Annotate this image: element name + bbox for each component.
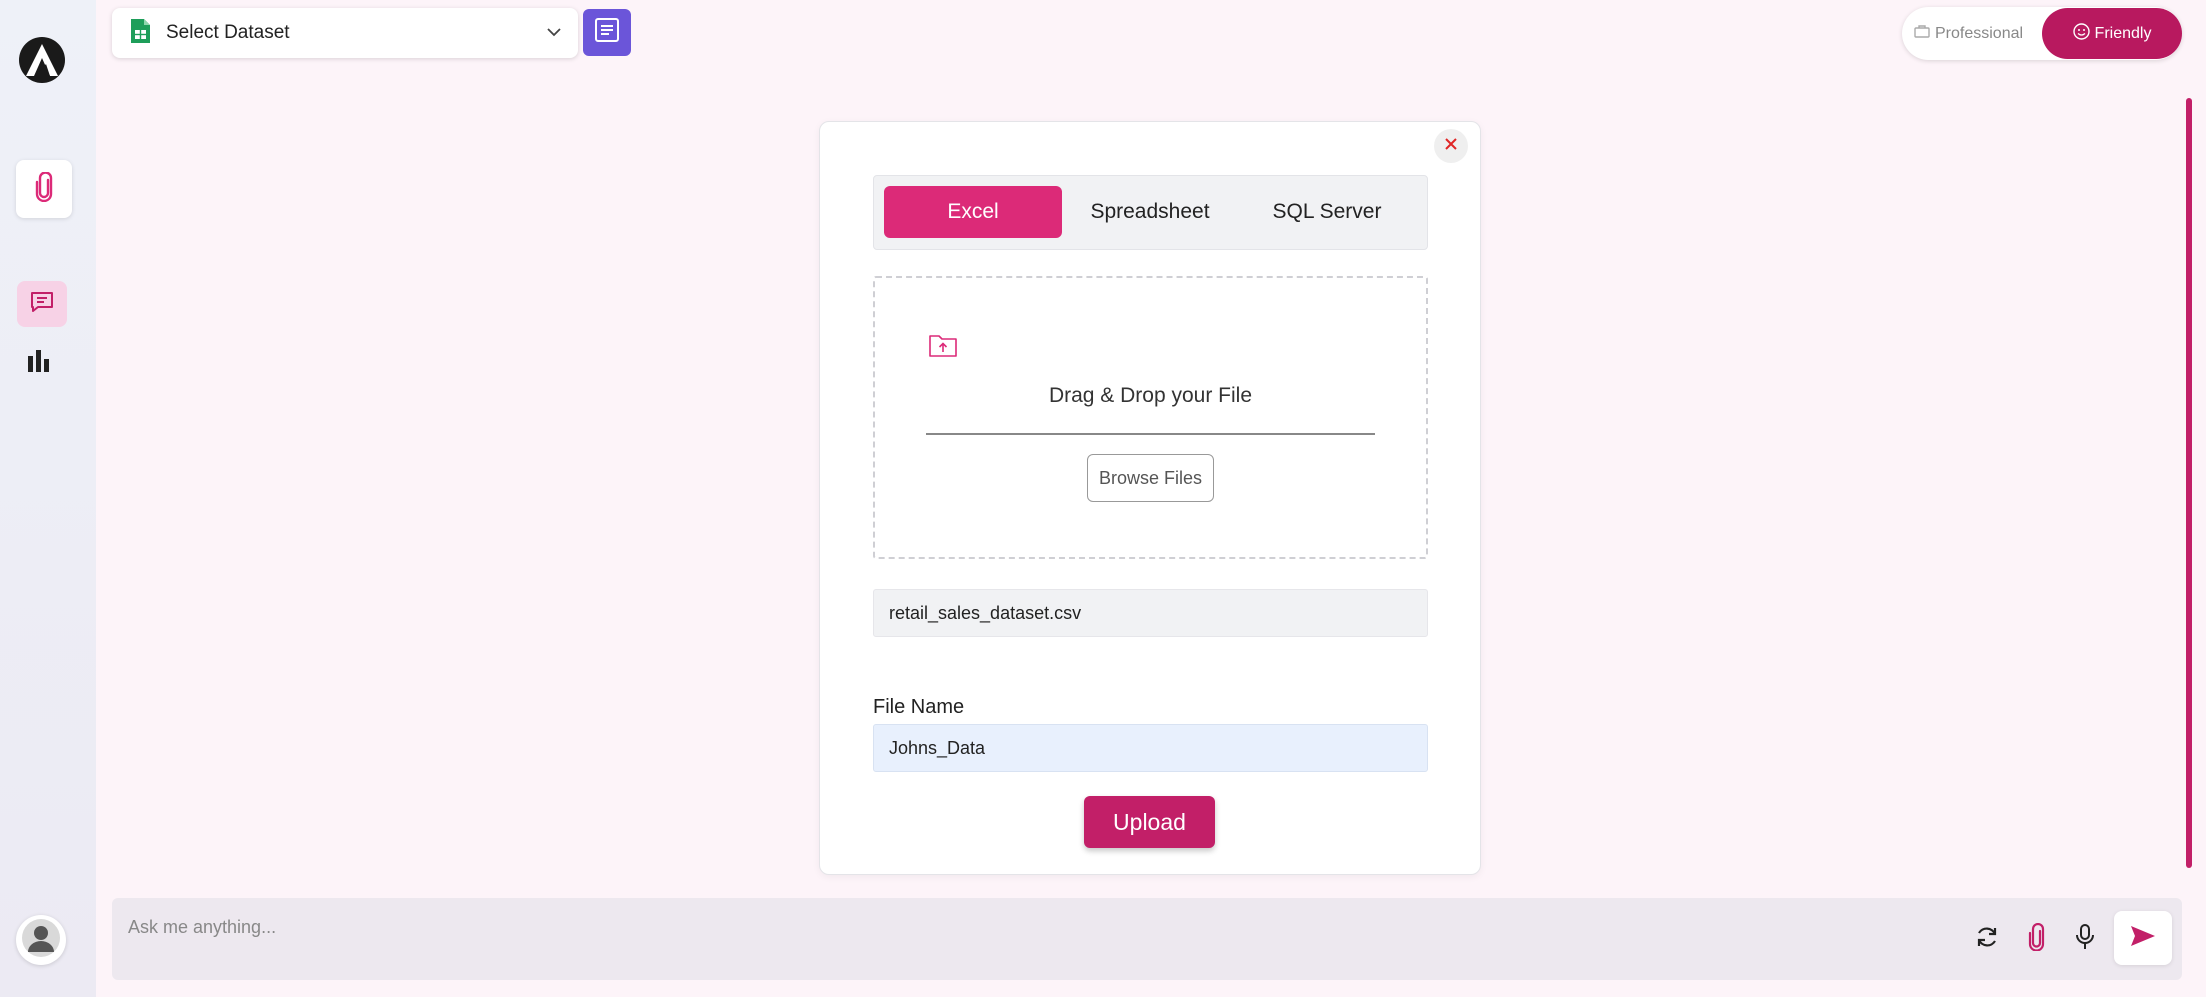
attach-button[interactable] [16, 160, 72, 218]
microphone-icon [2075, 923, 2095, 956]
close-icon [1444, 137, 1458, 156]
chat-input[interactable] [128, 912, 1828, 942]
mode-professional-label: Professional [1935, 24, 2024, 42]
sidebar [0, 0, 96, 997]
paperclip-icon [33, 170, 55, 207]
smiley-icon [2072, 22, 2095, 45]
chat-icon [30, 291, 54, 318]
analytics-nav-button[interactable] [20, 345, 58, 379]
file-drop-zone[interactable]: Drag & Drop your File Browse Files [873, 276, 1428, 559]
spreadsheet-icon [128, 18, 152, 49]
tab-spreadsheet[interactable]: Spreadsheet [1061, 186, 1239, 238]
folder-upload-icon [928, 332, 958, 363]
user-avatar[interactable] [16, 915, 66, 965]
briefcase-icon [1914, 24, 1935, 43]
dataset-select-label: Select Dataset [166, 22, 290, 43]
send-button[interactable] [2114, 911, 2172, 965]
mode-toggle: Professional Friendly [1902, 7, 2182, 60]
vertical-scrollbar[interactable] [2186, 98, 2192, 868]
tab-excel[interactable]: Excel [884, 186, 1062, 238]
browse-files-button[interactable]: Browse Files [1087, 454, 1214, 502]
chat-bar [112, 898, 2182, 980]
source-tabs: Excel Spreadsheet SQL Server [873, 175, 1428, 250]
divider [926, 433, 1375, 435]
refresh-button[interactable] [1970, 922, 2004, 956]
app-logo-icon[interactable] [16, 36, 68, 84]
drop-zone-text: Drag & Drop your File [1048, 384, 1253, 407]
refresh-icon [1974, 924, 2000, 955]
tab-sql-server[interactable]: SQL Server [1238, 186, 1416, 238]
user-avatar-icon [21, 918, 61, 963]
dataset-select[interactable]: Select Dataset [112, 8, 578, 58]
paperclip-icon [2028, 922, 2046, 956]
document-button[interactable] [583, 9, 631, 56]
document-icon [594, 17, 620, 48]
file-name-label: File Name [873, 696, 965, 718]
chat-nav-button[interactable] [17, 281, 67, 327]
microphone-button[interactable] [2068, 922, 2102, 956]
selected-file-display: retail_sales_dataset.csv [873, 589, 1428, 637]
send-icon [2129, 924, 2157, 953]
upload-button[interactable]: Upload [1084, 796, 1215, 848]
file-name-input[interactable] [873, 724, 1428, 772]
attach-file-button[interactable] [2020, 922, 2054, 956]
mode-friendly-label: Friendly [2094, 24, 2152, 42]
mode-friendly-button[interactable]: Friendly [2042, 8, 2182, 59]
close-button[interactable] [1434, 129, 1468, 163]
upload-modal: Excel Spreadsheet SQL Server Drag & Drop… [819, 121, 1481, 875]
bar-chart-icon [27, 348, 51, 377]
mode-professional-button[interactable]: Professional [1914, 7, 2023, 60]
chevron-down-icon [546, 24, 562, 42]
